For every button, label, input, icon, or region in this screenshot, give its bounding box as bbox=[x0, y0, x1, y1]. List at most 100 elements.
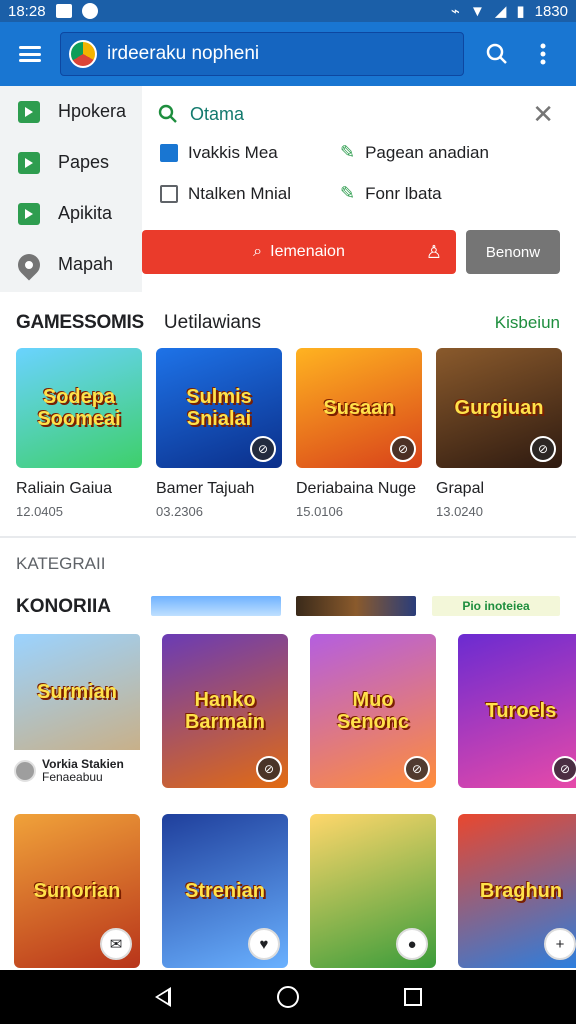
drawer-item-label: Papes bbox=[58, 152, 110, 172]
category-card[interactable]: ● bbox=[310, 814, 436, 968]
search-icon bbox=[486, 43, 507, 64]
game-thumbnail: Sulmis Snialai ⊘ bbox=[156, 348, 282, 468]
developer-row: Vorkia Stakien Fenaeabuu bbox=[14, 757, 140, 785]
search-icon bbox=[158, 104, 177, 123]
hamburger-icon bbox=[19, 46, 41, 62]
category-card[interactable]: Surmian Vorkia Stakien Fenaeabuu bbox=[14, 634, 140, 788]
game-name: Raliain Gaiua bbox=[16, 480, 113, 497]
game-card[interactable]: Sulmis Snialai ⊘ Bamer Tajuah 03.2306 bbox=[156, 348, 282, 519]
home-button[interactable] bbox=[268, 977, 308, 1017]
edit-icon: ✎ bbox=[340, 142, 356, 162]
category-card[interactable]: Braghun + bbox=[458, 814, 576, 968]
vibrate-icon: ⌁ bbox=[450, 3, 460, 20]
battery-icon: ▮ bbox=[516, 3, 525, 20]
option-pagean-anadian[interactable]: ✎ Pagean anadian bbox=[340, 142, 570, 163]
navigation-drawer: Hpokera Papes Apikita Mapah bbox=[0, 86, 142, 292]
developer-sub: Fenaeabuu bbox=[42, 770, 103, 785]
menu-button[interactable] bbox=[0, 22, 60, 86]
download-badge-icon: ⊘ bbox=[256, 756, 282, 782]
section-title: GAMESSOMIS bbox=[16, 312, 144, 333]
game-thumbnail: Susaan ⊘ bbox=[296, 348, 422, 468]
game-art-title: Susaan bbox=[323, 397, 395, 419]
games-row: Sodepa Soomeai Raliain Gaiua 12.0405 Sulmis… bbox=[16, 348, 562, 519]
category-card[interactable]: Muo Senonc ⊘ bbox=[310, 634, 436, 788]
primary-button[interactable]: ⌕ Iemenaion ♙ bbox=[142, 230, 456, 274]
close-icon[interactable]: ✕ bbox=[532, 99, 554, 130]
category-card[interactable]: Sunorian ✉ bbox=[14, 814, 140, 968]
drawer-item-hpokera[interactable]: Hpokera bbox=[0, 86, 142, 137]
panel-actions: ⌕ Iemenaion ♙ Benonw bbox=[142, 230, 576, 274]
notification-icon bbox=[55, 4, 72, 18]
drawer-item-label: Hpokera bbox=[58, 101, 127, 121]
recents-button[interactable] bbox=[393, 977, 433, 1017]
search-input-text: irdeeraku nopheni bbox=[107, 43, 260, 64]
option-label: Pagean anadian bbox=[365, 142, 489, 162]
back-button[interactable] bbox=[143, 977, 183, 1017]
category-card[interactable]: Turoels ⊘ bbox=[458, 634, 576, 788]
more-button[interactable] bbox=[520, 22, 566, 86]
app-bar: irdeeraku nopheni bbox=[0, 22, 576, 86]
play-icon bbox=[18, 202, 40, 225]
avatar bbox=[14, 760, 36, 783]
category-art-title: Turoels bbox=[485, 700, 557, 722]
secondary-button[interactable]: Benonw bbox=[466, 230, 560, 274]
checkbox-checked[interactable] bbox=[160, 143, 178, 162]
category-thumbnail: Braghun + bbox=[458, 814, 576, 968]
game-name: Grapal bbox=[436, 480, 485, 497]
action-icon[interactable]: ✉ bbox=[100, 928, 132, 960]
category-thumbnail: ● bbox=[310, 814, 436, 968]
option-ntalken-mnial[interactable]: Ntalken Mnial bbox=[160, 183, 340, 204]
category-thumbnail: Surmian bbox=[14, 634, 140, 750]
option-label: Ntalken Mnial bbox=[188, 183, 291, 203]
game-thumbnail: Gurgiuan ⊘ bbox=[436, 348, 562, 468]
drawer-item-mapah[interactable]: Mapah bbox=[0, 239, 142, 290]
download-badge-icon: ⊘ bbox=[530, 436, 556, 462]
back-icon bbox=[154, 987, 171, 1007]
drawer-item-papes[interactable]: Papes bbox=[0, 137, 142, 188]
filter-panel: Otama ✕ Ivakkis Mea ✎ Pagean anadian Nta… bbox=[142, 86, 576, 292]
see-more-link[interactable]: Kisbeiun bbox=[495, 313, 560, 333]
download-badge-icon: ⊘ bbox=[552, 756, 576, 782]
app-logo-icon bbox=[69, 40, 97, 68]
search-button[interactable] bbox=[474, 22, 520, 86]
drawer-item-label: Apikita bbox=[58, 203, 113, 223]
checkbox-unchecked[interactable] bbox=[160, 184, 178, 203]
category-thumbnail: Sunorian ✉ bbox=[14, 814, 140, 968]
category-card[interactable]: Hanko Barmain ⊘ bbox=[162, 634, 288, 788]
drawer-item-apikita[interactable]: Apikita bbox=[0, 188, 142, 239]
more-vert-icon bbox=[540, 43, 546, 65]
download-badge-icon: ⊘ bbox=[390, 436, 416, 462]
status-time: 18:28 bbox=[8, 2, 46, 20]
action-icon[interactable]: ● bbox=[396, 928, 428, 960]
game-meta: 13.0240 bbox=[436, 504, 483, 519]
developer-name: Vorkia Stakien bbox=[42, 757, 124, 771]
game-meta: 03.2306 bbox=[156, 504, 203, 519]
status-bar: 18:28 ⌁ ▼ ◢ ▮ 1830 bbox=[0, 0, 576, 22]
option-fonr-lbata[interactable]: ✎ Fonr lbata bbox=[340, 183, 570, 204]
panel-search-row[interactable]: Otama ✕ bbox=[142, 86, 576, 142]
game-art-title: Sulmis Snialai bbox=[186, 386, 252, 430]
wifi-icon: ▼ bbox=[469, 2, 485, 20]
category-card[interactable]: Strenian ♥ bbox=[162, 814, 288, 968]
game-card[interactable]: Gurgiuan ⊘ Grapal 13.0240 bbox=[436, 348, 562, 519]
option-label: Fonr lbata bbox=[365, 183, 442, 203]
game-card[interactable]: Sodepa Soomeai Raliain Gaiua 12.0405 bbox=[16, 348, 142, 519]
category-thumbnail: Hanko Barmain ⊘ bbox=[162, 634, 288, 788]
banner-strip-text: Pio inoteiea bbox=[432, 596, 560, 616]
game-art-title: Sodepa Soomeai bbox=[37, 386, 121, 430]
action-icon[interactable]: ♥ bbox=[248, 928, 280, 960]
category-art-title: Sunorian bbox=[33, 880, 121, 902]
category-art-title: Surmian bbox=[36, 681, 118, 703]
option-label: Ivakkis Mea bbox=[188, 142, 278, 162]
divider bbox=[0, 536, 576, 538]
action-icon[interactable]: + bbox=[544, 928, 576, 960]
category-art-title: Hanko Barmain bbox=[184, 689, 266, 733]
search-input[interactable]: irdeeraku nopheni bbox=[60, 32, 464, 76]
game-card[interactable]: Susaan ⊘ Deriabaina Nuge 15.0106 bbox=[296, 348, 422, 519]
download-badge-icon: ⊘ bbox=[404, 756, 430, 782]
primary-button-label: Iemenaion bbox=[270, 243, 345, 260]
option-ivakkis-mea[interactable]: Ivakkis Mea bbox=[160, 142, 340, 163]
message-icon bbox=[81, 3, 98, 19]
category-thumbnail: Muo Senonc ⊘ bbox=[310, 634, 436, 788]
categories-label: KATEGRAII bbox=[16, 554, 106, 573]
